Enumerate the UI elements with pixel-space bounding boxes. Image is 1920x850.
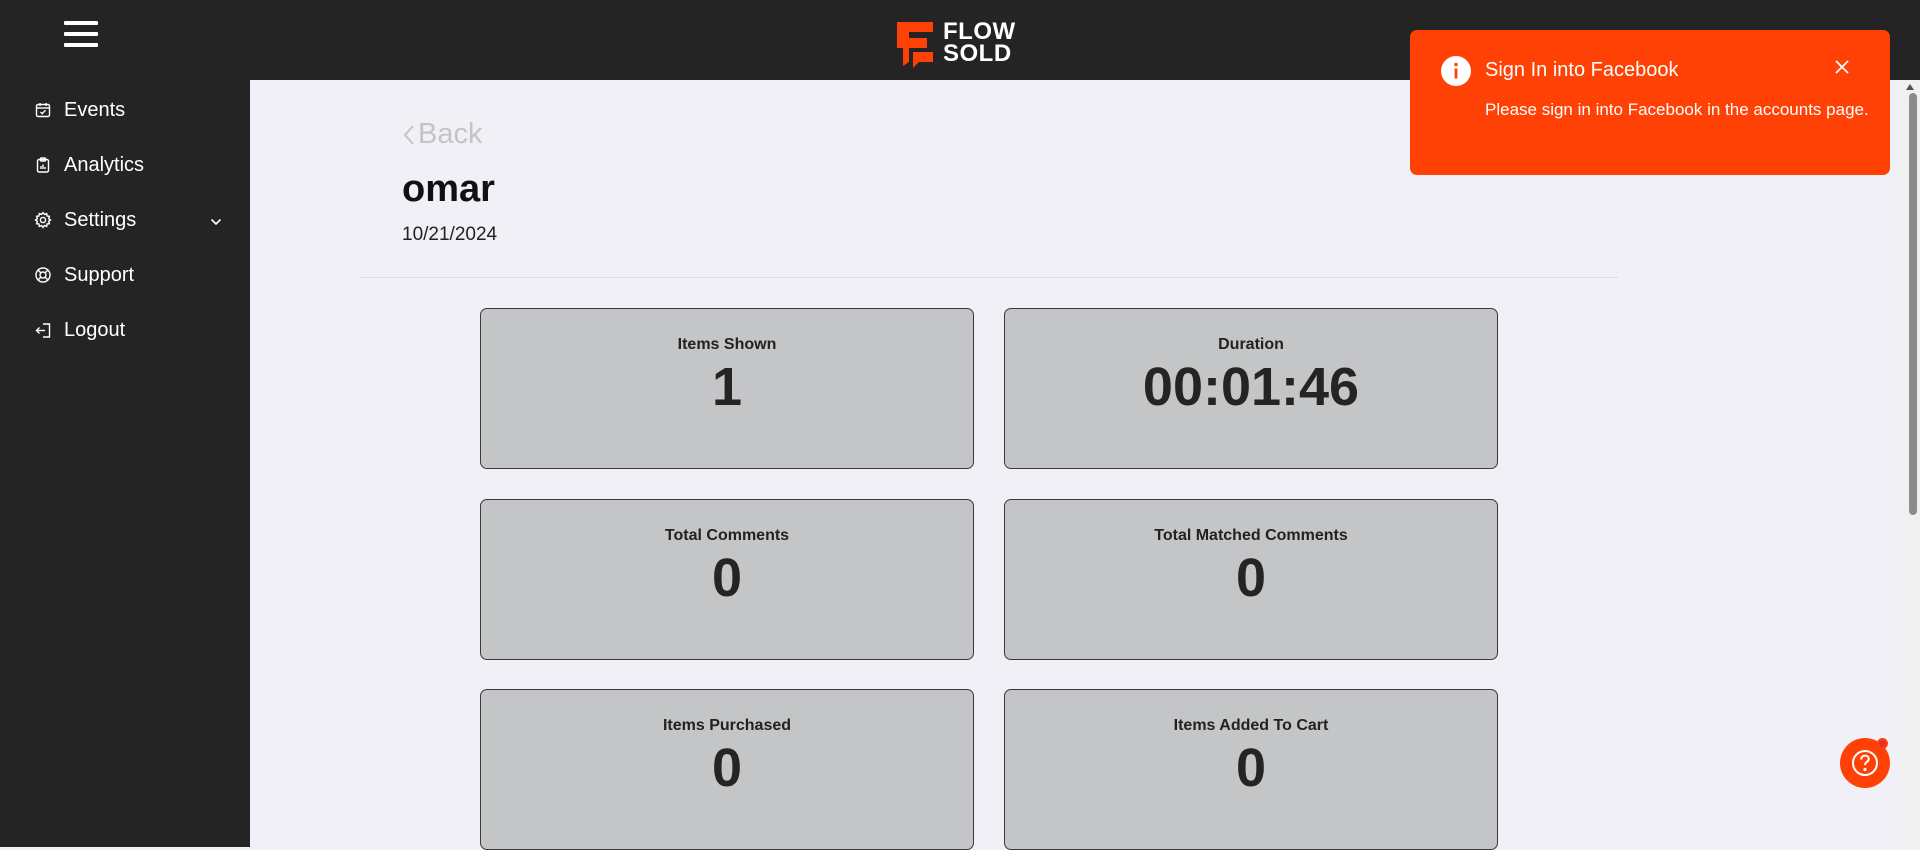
sidebar-item-settings[interactable]: Settings xyxy=(33,205,233,235)
question-mark-icon xyxy=(1852,750,1878,776)
stat-card-total-comments: Total Comments 0 xyxy=(480,499,974,660)
scroll-up-arrow-icon[interactable] xyxy=(1906,84,1914,90)
close-icon[interactable] xyxy=(1834,59,1850,80)
stat-card-items-purchased: Items Purchased 0 xyxy=(480,689,974,850)
facebook-signin-toast: Sign In into Facebook Please sign in int… xyxy=(1410,30,1890,175)
stat-value: 0 xyxy=(1235,738,1267,798)
sidebar-item-support[interactable]: Support xyxy=(33,260,233,290)
stat-label: Duration xyxy=(1218,336,1284,353)
page-title: omar xyxy=(402,168,495,210)
gear-icon xyxy=(33,210,53,230)
help-button[interactable] xyxy=(1840,738,1890,788)
stat-card-items-shown: Items Shown 1 xyxy=(480,308,974,469)
clipboard-chart-icon xyxy=(33,155,53,175)
hamburger-menu-icon[interactable] xyxy=(64,21,98,47)
lifebuoy-icon xyxy=(33,265,53,285)
sidebar-item-events[interactable]: Events xyxy=(33,95,233,125)
toast-message: Please sign in into Facebook in the acco… xyxy=(1485,100,1869,119)
logo-mark-icon xyxy=(897,22,933,68)
stat-label: Items Added To Cart xyxy=(1173,717,1329,734)
info-icon xyxy=(1440,55,1472,92)
sidebar-item-label: Events xyxy=(64,98,126,121)
stat-label: Total Matched Comments xyxy=(1154,527,1348,544)
stat-value: 1 xyxy=(711,357,743,417)
divider xyxy=(360,277,1618,278)
scrollbar-thumb[interactable] xyxy=(1909,93,1917,515)
flowsold-logo[interactable]: FLOW SOLD xyxy=(893,18,1016,68)
logo-text-bottom: SOLD xyxy=(943,40,1012,67)
stat-value: 0 xyxy=(711,738,743,798)
toast-title: Sign In into Facebook xyxy=(1485,59,1679,81)
sidebar-item-analytics[interactable]: Analytics xyxy=(33,150,233,180)
stat-value: 00:01:46 xyxy=(1142,357,1360,417)
stat-card-duration: Duration 00:01:46 xyxy=(1004,308,1498,469)
stat-value: 0 xyxy=(1235,548,1267,608)
sidebar-item-logout[interactable]: Logout xyxy=(33,315,233,345)
stat-label: Items Purchased xyxy=(662,717,792,734)
sidebar-item-label: Analytics xyxy=(64,153,145,176)
stat-value: 0 xyxy=(711,548,743,608)
logout-icon xyxy=(33,320,53,340)
chevron-down-icon[interactable] xyxy=(209,212,223,235)
stat-label: Total Comments xyxy=(664,527,790,544)
stat-card-items-added-to-cart: Items Added To Cart 0 xyxy=(1004,689,1498,850)
sidebar-item-label: Logout xyxy=(64,318,126,341)
sidebar-item-label: Support xyxy=(64,263,135,286)
event-date: 10/21/2024 xyxy=(402,224,498,245)
stat-card-total-matched-comments: Total Matched Comments 0 xyxy=(1004,499,1498,660)
calendar-icon xyxy=(33,100,53,120)
notification-dot xyxy=(1877,738,1888,749)
stat-label: Items Shown xyxy=(677,336,777,353)
main-content: Back omar 10/21/2024 Items Shown 1 Durat… xyxy=(250,80,1900,850)
back-link[interactable]: Back xyxy=(402,118,482,151)
back-label: Back xyxy=(418,118,483,150)
sidebar-item-label: Settings xyxy=(64,208,137,231)
sidebar: Events Analytics Settings Support Logout xyxy=(0,80,250,847)
chevron-left-icon xyxy=(403,124,414,145)
